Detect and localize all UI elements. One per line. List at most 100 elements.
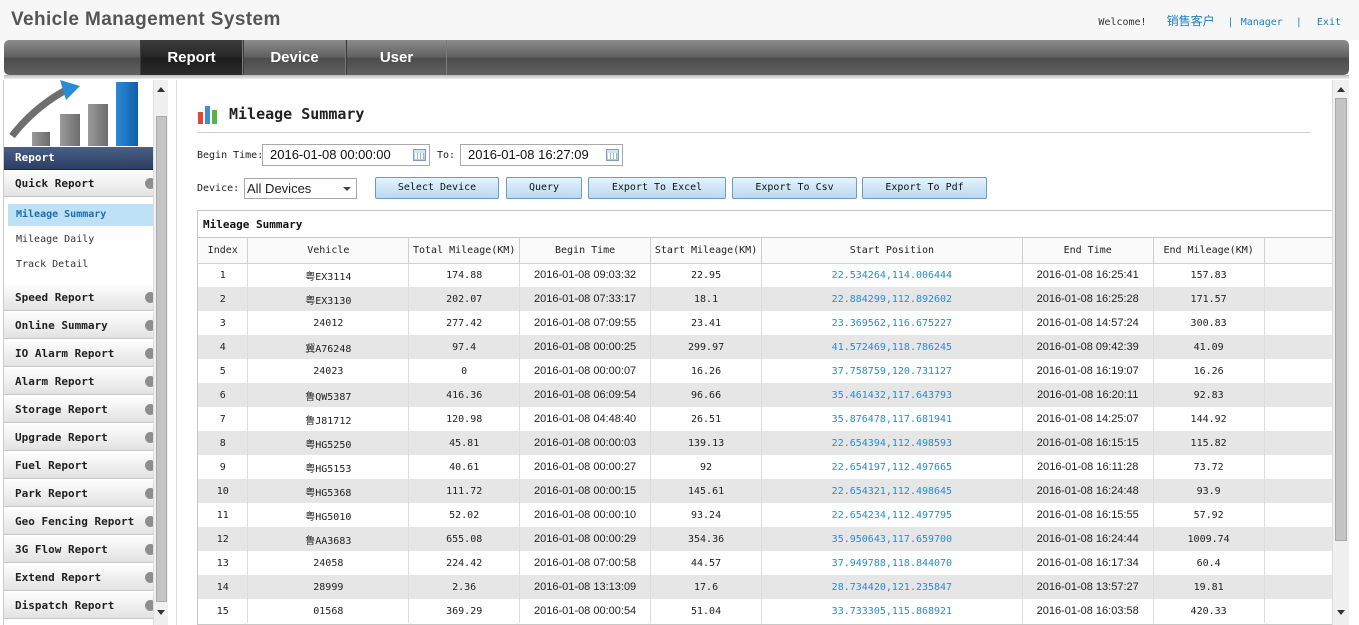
end-time-input[interactable]: 2016-01-08 16:27:09 xyxy=(460,144,623,166)
start-position-link[interactable]: 33.733305,115.868921 xyxy=(761,599,1023,623)
column-header[interactable]: Index xyxy=(198,238,249,264)
menu-extend-report[interactable]: Extend Report xyxy=(4,565,153,591)
start-position-link[interactable]: 22.534264,114.006444 xyxy=(761,263,1023,287)
collapse-icon[interactable] xyxy=(145,516,153,527)
table-row[interactable]: 7 鲁J81712 120.98 2016-01-08 04:48:40 26.51 35… xyxy=(198,407,1333,431)
manager-link[interactable]: Manager xyxy=(1241,17,1283,28)
table-row[interactable]: 9 粤HG5153 40.61 2016-01-08 00:00:27 92 22.654… xyxy=(198,455,1333,479)
main-panel: Mileage Summary Begin Time: 2016-01-08 0… xyxy=(176,80,1333,625)
query-button[interactable]: Query xyxy=(506,177,582,199)
column-header[interactable]: Start Position xyxy=(761,238,1023,264)
menu-speed-report[interactable]: Speed Report xyxy=(4,285,153,311)
table-row[interactable]: 6 鲁QW5387 416.36 2016-01-08 06:09:54 96.66 35… xyxy=(198,383,1333,407)
collapse-icon[interactable] xyxy=(145,572,153,583)
device-select[interactable]: All Devices xyxy=(244,178,357,199)
menu-3g-flow-report[interactable]: 3G Flow Report xyxy=(4,537,153,563)
menu-dispatch-report[interactable]: Dispatch Report xyxy=(4,593,153,619)
sub-item-track-detail[interactable]: Track Detail xyxy=(8,254,153,276)
menu-online-summary[interactable]: Online Summary xyxy=(4,313,153,339)
table-row[interactable]: 3 24012 277.42 2016-01-08 07:09:55 23.41 23.3… xyxy=(198,311,1333,335)
start-position-link[interactable]: 35.876478,117.681941 xyxy=(761,407,1023,431)
start-position-link[interactable]: 22.884299,112.892602 xyxy=(761,287,1023,311)
tab-user[interactable]: User xyxy=(346,40,447,75)
column-header-filler xyxy=(1264,238,1333,264)
table-row[interactable]: 5 24023 0 2016-01-08 00:00:07 16.26 37.758759… xyxy=(198,359,1333,383)
menu-geo-fencing-report[interactable]: Geo Fencing Report xyxy=(4,509,153,535)
table-row[interactable]: 8 粤HG5250 45.81 2016-01-08 00:00:03 139.13 22… xyxy=(198,431,1333,455)
table-row[interactable]: 11 粤HG5010 52.02 2016-01-08 00:00:10 93.24 22… xyxy=(198,503,1333,527)
start-position-link[interactable]: 28.734420,121.235847 xyxy=(761,575,1023,599)
table-row[interactable]: 15 01568 369.29 2016-01-08 00:00:54 51.04 33.… xyxy=(198,599,1333,623)
start-position-link[interactable]: 41.572469,118.786245 xyxy=(761,335,1023,359)
export-excel-button[interactable]: Export To Excel xyxy=(588,177,726,199)
collapse-icon[interactable] xyxy=(145,432,153,443)
tab-device[interactable]: Device xyxy=(243,40,346,75)
start-position-link[interactable]: 35.461432,117.643793 xyxy=(761,383,1023,407)
column-header[interactable]: Start Mileage(KM) xyxy=(650,238,763,264)
begin-time-input[interactable]: 2016-01-08 00:00:00 xyxy=(262,144,430,166)
scroll-down-icon[interactable] xyxy=(157,610,165,615)
scroll-down-icon[interactable] xyxy=(1337,610,1345,615)
column-header[interactable]: End Time xyxy=(1022,238,1154,264)
sub-item-mileage-summary[interactable]: Mileage Summary xyxy=(8,204,153,226)
calendar-icon[interactable] xyxy=(606,149,619,161)
menu-fuel-report[interactable]: Fuel Report xyxy=(4,453,153,479)
table-cell: 2016-01-08 00:00:10 xyxy=(519,503,652,527)
table-row[interactable]: 2 粤EX3130 202.07 2016-01-08 07:33:17 18.1 22.… xyxy=(198,287,1333,311)
collapse-icon[interactable] xyxy=(145,292,153,303)
table-cell: 171.57 xyxy=(1153,287,1265,311)
collapse-icon[interactable] xyxy=(145,544,153,555)
start-position-link[interactable]: 37.758759,120.731127 xyxy=(761,359,1023,383)
exit-link[interactable]: Exit xyxy=(1317,17,1341,28)
menu-upgrade-report[interactable]: Upgrade Report xyxy=(4,425,153,451)
table-row[interactable]: 10 粤HG5368 111.72 2016-01-08 00:00:15 145.61… xyxy=(198,479,1333,503)
scroll-up-icon[interactable] xyxy=(157,87,165,92)
column-header[interactable]: Begin Time xyxy=(519,238,652,264)
menu-quick-report[interactable]: Quick Report xyxy=(4,171,153,197)
column-header[interactable]: End Mileage(KM) xyxy=(1153,238,1265,264)
start-position-link[interactable]: 37.949788,118.844070 xyxy=(761,551,1023,575)
select-device-button[interactable]: Select Device xyxy=(375,177,499,199)
start-position-link[interactable]: 22.654394,112.498593 xyxy=(761,431,1023,455)
collapse-icon[interactable] xyxy=(145,600,153,611)
table-row[interactable]: 4 冀A76248 97.4 2016-01-08 00:00:25 299.97 41.… xyxy=(198,335,1333,359)
grid-title: Mileage Summary xyxy=(198,211,1333,238)
table-cell: 60.4 xyxy=(1153,551,1265,575)
menu-storage-report[interactable]: Storage Report xyxy=(4,397,153,423)
table-row[interactable]: 1 粤EX3114 174.88 2016-01-08 09:03:32 22.95 22… xyxy=(198,263,1333,287)
collapse-icon[interactable] xyxy=(145,488,153,499)
start-position-link[interactable]: 22.654197,112.497665 xyxy=(761,455,1023,479)
table-cell: 2016-01-08 09:42:39 xyxy=(1022,335,1154,359)
table-row[interactable]: 12 鲁AA3683 655.08 2016-01-08 00:00:29 354.36… xyxy=(198,527,1333,551)
collapse-icon[interactable] xyxy=(145,404,153,415)
table-row[interactable]: 14 28999 2.36 2016-01-08 13:13:09 17.6 28.734… xyxy=(198,575,1333,599)
tab-report[interactable]: Report xyxy=(140,40,243,75)
sub-item-mileage-daily[interactable]: Mileage Daily xyxy=(8,229,153,251)
export-csv-button[interactable]: Export To Csv xyxy=(732,177,857,199)
scrollbar-thumb[interactable] xyxy=(1335,98,1347,541)
collapse-icon[interactable] xyxy=(145,376,153,387)
content-scrollbar[interactable] xyxy=(1332,80,1349,625)
collapse-icon[interactable] xyxy=(145,320,153,331)
column-header[interactable]: Total Mileage(KM) xyxy=(408,238,521,264)
scrollbar-thumb[interactable] xyxy=(156,116,167,602)
menu-io-alarm-report[interactable]: IO Alarm Report xyxy=(4,341,153,367)
start-position-link[interactable]: 23.369562,116.675227 xyxy=(761,311,1023,335)
collapse-icon[interactable] xyxy=(145,460,153,471)
column-header[interactable]: Vehicle xyxy=(247,238,410,264)
collapse-icon[interactable] xyxy=(145,178,153,189)
collapse-icon[interactable] xyxy=(145,348,153,359)
sidebar-scrollbar[interactable] xyxy=(153,80,168,625)
table-row[interactable]: 13 24058 224.42 2016-01-08 07:00:58 44.57 37.… xyxy=(198,551,1333,575)
table-cell: 44.57 xyxy=(650,551,763,575)
start-position-link[interactable]: 22.654234,112.497795 xyxy=(761,503,1023,527)
calendar-icon[interactable] xyxy=(413,149,426,161)
menu-alarm-report[interactable]: Alarm Report xyxy=(4,369,153,395)
current-user-link[interactable]: 销售客户 xyxy=(1167,14,1215,28)
scroll-up-icon[interactable] xyxy=(1337,87,1345,92)
export-pdf-button[interactable]: Export To Pdf xyxy=(862,177,987,199)
menu-park-report[interactable]: Park Report xyxy=(4,481,153,507)
menu-label: 3G Flow Report xyxy=(15,543,108,556)
start-position-link[interactable]: 22.654321,112.498645 xyxy=(761,479,1023,503)
start-position-link[interactable]: 35.950643,117.659700 xyxy=(761,527,1023,551)
